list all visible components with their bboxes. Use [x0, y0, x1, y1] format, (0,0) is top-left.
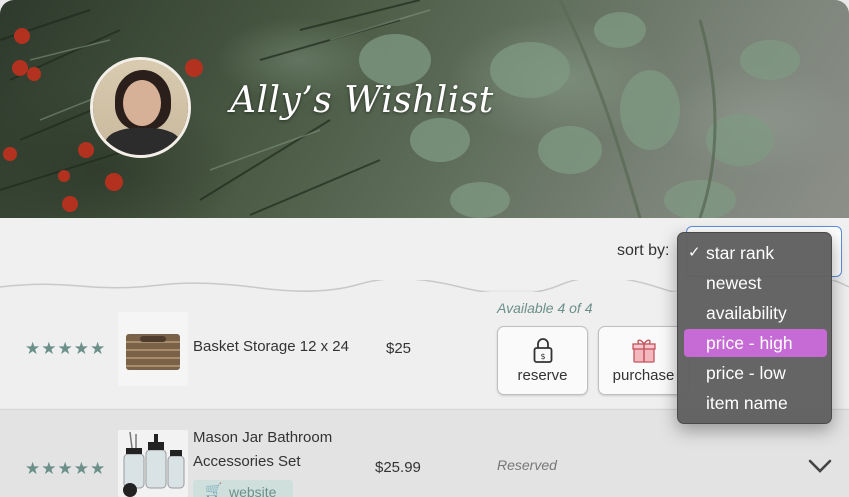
star-rating: ★★★★★ — [25, 459, 107, 479]
item-name[interactable]: Mason Jar Bathroom Accessories Set — [193, 426, 332, 474]
item-price: $25.99 — [375, 459, 421, 476]
gift-icon — [631, 339, 656, 363]
reserved-status: Reserved — [497, 457, 557, 473]
checkmark-icon: ✓ — [688, 244, 701, 261]
purchase-button[interactable]: purchase — [598, 326, 689, 395]
sort-option-availability[interactable]: availability — [684, 299, 827, 327]
purchase-label: purchase — [612, 367, 675, 384]
mason-jar-thumbnail — [118, 430, 188, 497]
sort-option-item-name[interactable]: item name — [684, 389, 827, 417]
item-name-line1: Mason Jar Bathroom — [193, 429, 333, 446]
lock-icon: $ — [533, 338, 552, 363]
item-price: $25 — [386, 340, 412, 357]
cart-icon: 🛒 — [205, 482, 223, 497]
chevron-down-icon[interactable] — [806, 455, 834, 477]
star-rating: ★★★★★ — [25, 339, 107, 359]
website-label: website — [229, 484, 277, 497]
availability-status: Available 4 of 4 — [497, 300, 593, 316]
wishlist-title: Ally’s Wishlist — [230, 80, 494, 121]
sort-option-price-high[interactable]: price - high — [684, 329, 827, 357]
item-name[interactable]: Basket Storage 12 x 24 — [193, 335, 349, 359]
svg-text:$: $ — [540, 352, 545, 361]
website-button[interactable]: 🛒 website — [193, 480, 293, 497]
wishlist-header: Ally’s Wishlist — [0, 0, 849, 218]
sort-label: sort by: — [617, 242, 670, 259]
sort-dropdown-menu: ✓ star rank newest availability price - … — [677, 232, 832, 424]
sort-option-star-rank[interactable]: ✓ star rank — [684, 239, 827, 267]
sort-option-newest[interactable]: newest — [684, 269, 827, 297]
reserve-label: reserve — [517, 367, 568, 384]
profile-avatar — [90, 57, 191, 158]
basket-thumbnail — [118, 312, 188, 386]
sort-option-price-low[interactable]: price - low — [684, 359, 827, 387]
item-name-line2: Accessories Set — [193, 453, 301, 470]
reserve-button[interactable]: $ reserve — [497, 326, 588, 395]
